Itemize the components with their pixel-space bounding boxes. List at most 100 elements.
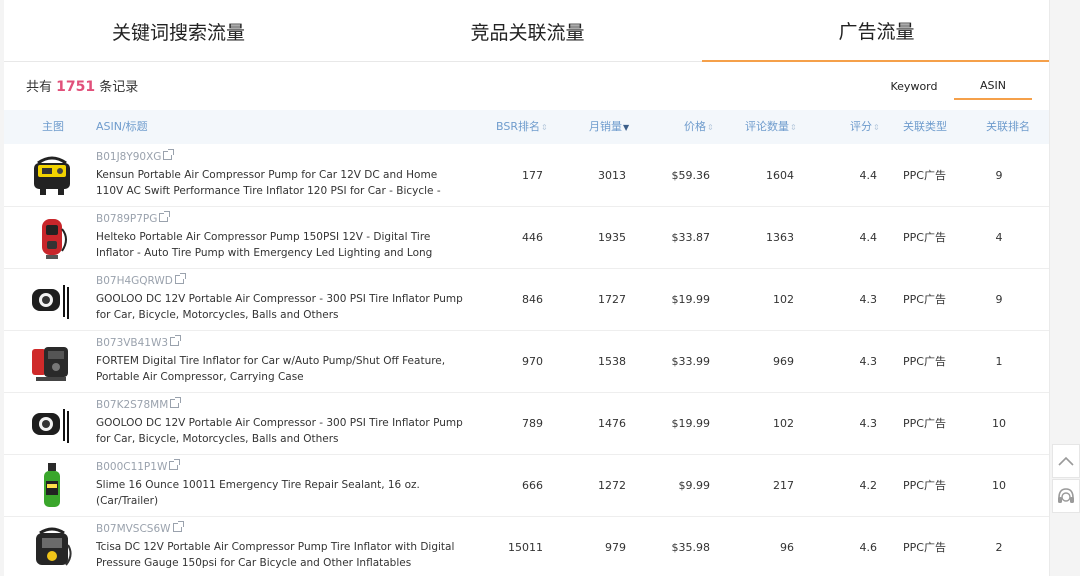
col-asin-title: ASIN/标题 (96, 120, 148, 133)
external-link-icon (170, 397, 182, 408)
sales-value: 3013 (598, 169, 626, 182)
table-row: B000C11P1W Slime 16 Ounce 10011 Emergenc… (4, 455, 1049, 517)
asin-code: B07H4GQRWD (96, 275, 173, 287)
product-title[interactable]: Kensun Portable Air Compressor Pump for … (96, 167, 464, 200)
asin-link[interactable]: B0789P7PG (96, 211, 171, 225)
col-rating-label: 评分 (850, 120, 872, 133)
chevron-up-icon (1058, 456, 1074, 466)
record-count-prefix: 共有 (26, 80, 53, 95)
product-title[interactable]: Helteko Portable Air Compressor Pump 150… (96, 229, 464, 262)
helteko-pump-image[interactable] (30, 215, 74, 261)
slime-sealant-image[interactable] (30, 463, 74, 509)
link-rank-value: 4 (995, 231, 1003, 244)
asin-link[interactable]: B07MVSCS6W (96, 521, 184, 535)
col-reviews-label: 评论数量 (745, 120, 789, 133)
scroll-to-top-button[interactable] (1052, 444, 1080, 478)
sales-value: 1727 (598, 293, 626, 306)
asin-link[interactable]: B000C11P1W (96, 459, 181, 473)
table-row: B07MVSCS6W Tcisa DC 12V Portable Air Com… (4, 517, 1049, 576)
price-value: $59.36 (671, 169, 711, 182)
rating-value: 4.6 (859, 541, 878, 554)
link-type-value: PPC广告 (903, 479, 946, 492)
ad-traffic-panel: 关键词搜索流量 竞品关联流量 广告流量 共有 1751 条记录 Keyword … (4, 0, 1050, 576)
reviews-value: 102 (773, 293, 794, 306)
price-value: $19.99 (671, 293, 711, 306)
asin-code: B07K2S78MM (96, 399, 169, 411)
col-sales-sort[interactable]: 月销量▼ (589, 110, 629, 144)
price-value: $33.99 (671, 355, 711, 368)
asin-link[interactable]: B01J8Y90XG (96, 149, 175, 163)
table-row: B0789P7PG Helteko Portable Air Compresso… (4, 207, 1049, 269)
link-rank-value: 9 (995, 169, 1003, 182)
col-price-sort[interactable]: 价格⇕ (684, 110, 714, 144)
external-link-icon (169, 459, 181, 470)
tab-ad-traffic[interactable]: 广告流量 (702, 0, 1049, 62)
link-type-value: PPC广告 (903, 417, 946, 430)
col-link-type: 关联类型 (903, 120, 947, 133)
product-title[interactable]: Slime 16 Ounce 10011 Emergency Tire Repa… (96, 477, 464, 509)
sales-value: 979 (605, 541, 626, 554)
kensun-compressor-image[interactable] (30, 153, 74, 199)
price-value: $19.99 (671, 417, 711, 430)
bsr-value: 789 (522, 417, 543, 430)
gooloo-compressor-image[interactable] (30, 401, 74, 447)
asin-code: B000C11P1W (96, 461, 168, 473)
rating-value: 4.4 (859, 169, 878, 182)
fortem-inflator-image[interactable] (30, 339, 74, 385)
reviews-value: 217 (773, 479, 794, 492)
sort-icon: ⇕ (873, 123, 880, 132)
price-value: $9.99 (678, 479, 711, 492)
sub-tab-asin[interactable]: ASIN (954, 72, 1032, 100)
link-type-value: PPC广告 (903, 541, 946, 554)
reviews-value: 1363 (766, 231, 794, 244)
asin-link[interactable]: B073VB41W3 (96, 335, 182, 349)
asin-code: B01J8Y90XG (96, 151, 162, 163)
sales-value: 1476 (598, 417, 626, 430)
product-title[interactable]: Tcisa DC 12V Portable Air Compressor Pum… (96, 539, 464, 571)
link-rank-value: 10 (992, 479, 1006, 492)
col-image: 主图 (42, 120, 64, 133)
reviews-value: 96 (780, 541, 794, 554)
price-value: $33.87 (671, 231, 711, 244)
reviews-value: 102 (773, 417, 794, 430)
record-count-number: 1751 (56, 79, 96, 95)
sub-tab-keyword[interactable]: Keyword (874, 72, 954, 100)
reviews-value: 1604 (766, 169, 794, 182)
product-title[interactable]: GOOLOO DC 12V Portable Air Compressor - … (96, 415, 464, 447)
rating-value: 4.3 (859, 355, 878, 368)
bsr-value: 970 (522, 355, 543, 368)
asin-link[interactable]: B07H4GQRWD (96, 273, 186, 287)
rating-value: 4.3 (859, 417, 878, 430)
sort-icon: ⇕ (707, 123, 714, 132)
product-title[interactable]: GOOLOO DC 12V Portable Air Compressor - … (96, 291, 464, 323)
customer-support-button[interactable] (1052, 479, 1080, 513)
link-rank-value: 10 (992, 417, 1006, 430)
table-row: B01J8Y90XG Kensun Portable Air Compresso… (4, 145, 1049, 207)
view-toggle: Keyword ASIN (874, 72, 1032, 100)
product-title[interactable]: FORTEM Digital Tire Inflator for Car w/A… (96, 353, 464, 385)
link-rank-value: 1 (995, 355, 1003, 368)
sales-value: 1538 (598, 355, 626, 368)
bsr-value: 666 (522, 479, 543, 492)
tab-competitor-traffic[interactable]: 竞品关联流量 (353, 0, 702, 62)
record-count-suffix: 条记录 (99, 80, 139, 95)
record-count: 共有 1751 条记录 (26, 76, 138, 95)
link-type-value: PPC广告 (903, 293, 946, 306)
sales-value: 1935 (598, 231, 626, 244)
sort-icon: ⇕ (790, 123, 797, 132)
table-row: B07K2S78MM GOOLOO DC 12V Portable Air Co… (4, 393, 1049, 455)
col-rating-sort[interactable]: 评分⇕ (850, 110, 880, 144)
gooloo-compressor-image[interactable] (30, 277, 74, 323)
col-bsr-sort[interactable]: BSR排名⇕ (496, 110, 548, 144)
bsr-value: 15011 (508, 541, 543, 554)
external-link-icon (170, 335, 182, 346)
rating-value: 4.3 (859, 293, 878, 306)
col-reviews-sort[interactable]: 评论数量⇕ (745, 110, 797, 144)
col-price-label: 价格 (684, 120, 706, 133)
tcisa-compressor-image[interactable] (30, 525, 74, 571)
asin-link[interactable]: B07K2S78MM (96, 397, 182, 411)
tab-keyword-search-traffic[interactable]: 关键词搜索流量 (4, 0, 353, 62)
link-type-value: PPC广告 (903, 169, 946, 182)
table-row: B073VB41W3 FORTEM Digital Tire Inflator … (4, 331, 1049, 393)
rating-value: 4.2 (859, 479, 878, 492)
